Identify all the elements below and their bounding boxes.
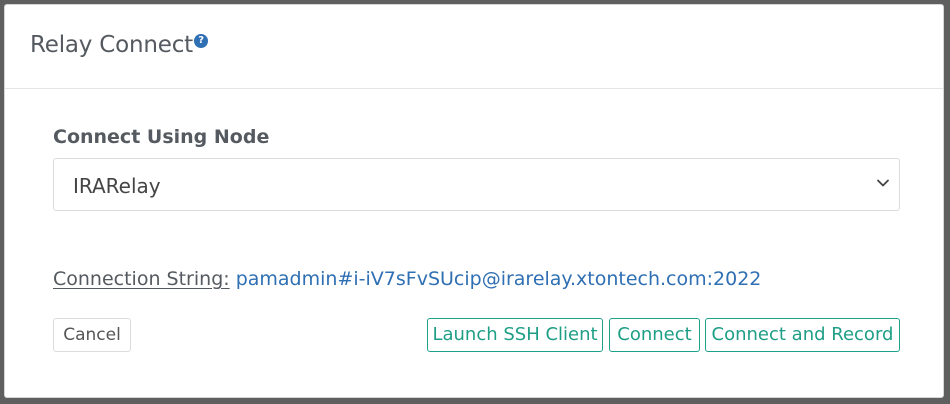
launch-ssh-client-button[interactable]: Launch SSH Client xyxy=(427,318,603,352)
dialog-header: Relay Connect? xyxy=(5,5,943,89)
chevron-down-icon xyxy=(877,179,889,187)
cancel-button[interactable]: Cancel xyxy=(53,318,131,352)
connection-string-value[interactable]: pamadmin#i-iV7sFvSUcip@irarelay.xtontech… xyxy=(236,268,762,290)
relay-connect-dialog: Relay Connect? Connect Using Node IRARel… xyxy=(4,4,944,398)
dialog-title-text: Relay Connect xyxy=(30,32,194,58)
dialog-title: Relay Connect? xyxy=(30,32,209,58)
connect-and-record-button[interactable]: Connect and Record xyxy=(705,318,900,352)
question-circle-icon[interactable]: ? xyxy=(194,34,209,48)
node-field-label: Connect Using Node xyxy=(53,126,270,148)
node-select[interactable]: IRARelay xyxy=(53,158,900,211)
connection-string-label: Connection String: xyxy=(53,268,230,290)
node-select-value: IRARelay xyxy=(73,174,161,198)
connection-string-row: Connection String: pamadmin#i-iV7sFvSUci… xyxy=(53,268,761,290)
connect-button[interactable]: Connect xyxy=(609,318,700,352)
